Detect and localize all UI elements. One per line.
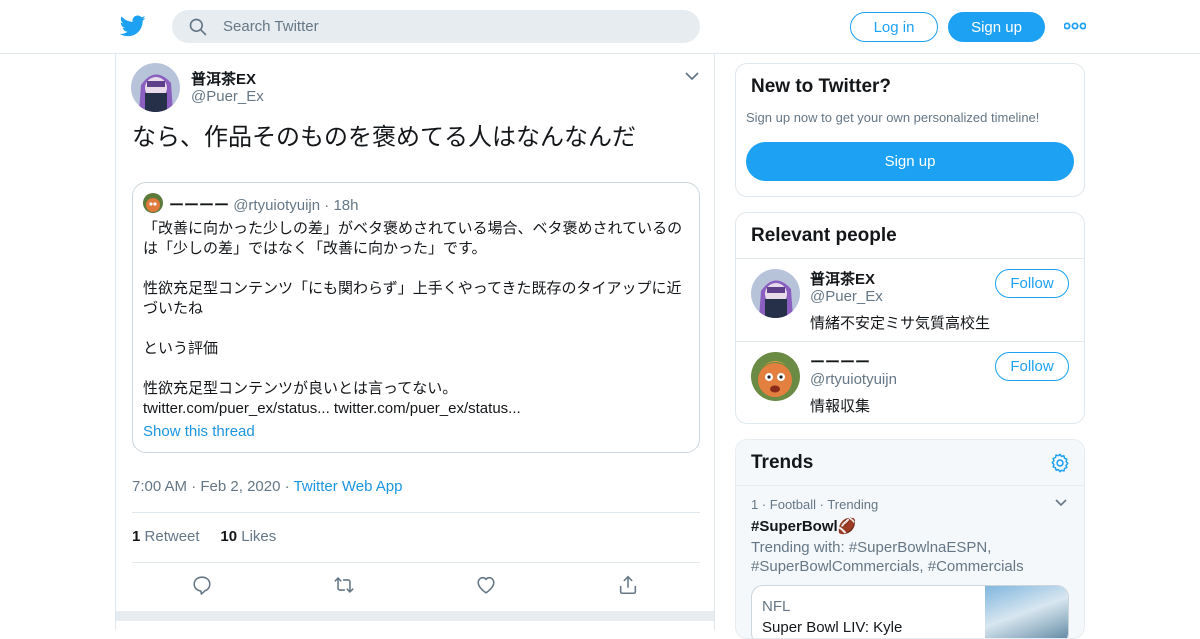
retweet-label: Retweet [144,528,200,545]
person-handle[interactable]: @rtyuiotyuijn [810,371,897,388]
tweet-date[interactable]: Feb 2, 2020 [200,478,280,495]
share-icon[interactable] [617,574,639,596]
separator-dot: · [191,478,197,495]
likes-stat[interactable]: 10 Likes [220,528,276,545]
person-name[interactable]: 普洱茶EX [810,268,875,289]
relevant-person[interactable]: 普洱茶EX @Puer_Ex 情緒不安定ミサ気質高校生 Follow [736,258,1084,341]
quoted-paragraph: という評価 [143,340,219,357]
retweet-count: 1 [132,528,141,545]
quoted-tweet[interactable]: ーーーー @rtyuiotyuijn · 18h 「改善に向かった少しの差」がベ… [132,182,700,453]
search-input[interactable] [223,18,663,35]
quoted-paragraph: 性欲充足型コンテンツが良いとは言ってない。 [143,380,458,397]
quoted-paragraph: 「改善に向かった少しの差」がベタ褒めされている場合、ベタ褒めされているのは「少し… [143,220,683,257]
likes-label: Likes [241,528,277,545]
twitter-bird-icon[interactable] [120,13,146,39]
new-to-twitter-card: New to Twitter? Sign up now to get your … [735,63,1085,197]
show-thread-link[interactable]: Show this thread [143,423,255,440]
trend-related: Trending with: #SuperBowlnaESPN, #SuperB… [751,539,1024,575]
gear-icon[interactable] [1049,452,1071,474]
chevron-down-icon[interactable] [1054,498,1068,508]
person-avatar[interactable] [751,269,800,318]
quoted-paragraph: 性欲充足型コンテンツ「にも関わらず」上手くやってきた既存のタイアップに近づいたね [143,280,682,317]
person-name[interactable]: ーーーー [810,351,870,372]
chevron-down-icon[interactable] [684,70,700,82]
trend-hashtag[interactable]: #SuperBowl🏈 [751,517,856,535]
separator-dot: · [284,478,290,495]
likes-count: 10 [220,528,238,545]
relevant-person[interactable]: ーーーー @rtyuiotyuijn 情報収集 Follow [736,341,1084,423]
person-handle[interactable]: @Puer_Ex [810,288,883,305]
news-headline: Super Bowl LIV: Kyle [762,619,903,636]
quoted-body: 「改善に向かった少しの差」がベタ褒めされている場合、ベタ褒めされているのは「少し… [143,219,693,419]
tweet-text: なら、作品そのものを褒めてる人はなんなんだ [132,124,636,151]
news-thumbnail [985,586,1068,638]
more-dots-icon[interactable] [1064,20,1086,32]
quoted-author-avatar [143,193,163,213]
tweet-source-app[interactable]: Twitter Web App [294,478,403,495]
tweet-time[interactable]: 7:00 AM [132,478,187,495]
signup-button[interactable]: Sign up [948,12,1045,42]
follow-button[interactable]: Follow [995,269,1069,298]
quoted-author-handle: @rtyuiotyuijn [233,197,321,214]
person-bio: 情緒不安定ミサ気質高校生 [810,315,991,332]
tweet-meta: 7:00 AM · Feb 2, 2020 · Twitter Web App [132,478,402,495]
follow-button[interactable]: Follow [995,352,1069,381]
new-to-twitter-subtitle: Sign up now to get your own personalized… [746,110,1040,125]
person-avatar[interactable] [751,352,800,401]
person-bio: 情報収集 [810,398,871,415]
relevant-people-card: Relevant people 普洱茶EX @Puer_Ex 情緒不安定ミサ気質… [735,212,1085,424]
author-avatar[interactable] [131,63,180,112]
section-separator [116,611,714,621]
reply-icon[interactable] [191,574,213,596]
like-icon[interactable] [475,574,497,596]
divider [132,562,700,563]
news-source: NFL [762,598,791,615]
search-icon [189,18,207,35]
author-handle[interactable]: @Puer_Ex [191,88,264,105]
quoted-links[interactable]: twitter.com/puer_ex/status... twitter.co… [143,399,693,419]
retweet-stat[interactable]: 1 Retweet [132,528,200,545]
trend-news-card[interactable]: NFL Super Bowl LIV: Kyle [751,585,1069,638]
author-name[interactable]: 普洱茶EX [191,68,256,89]
divider [736,485,1084,486]
quoted-header: ーーーー @rtyuiotyuijn · 18h [169,194,359,215]
separator-dot: · [324,197,330,214]
login-button[interactable]: Log in [850,12,938,42]
trend-meta: 1 · Football · Trending [751,497,879,512]
search-box[interactable] [172,10,700,43]
tweet-stats: 1 Retweet 10 Likes [132,528,276,545]
retweet-icon[interactable] [333,574,355,596]
quoted-author-name: ーーーー [169,197,230,214]
new-to-twitter-title: New to Twitter? [751,76,892,97]
top-bar: Log in Sign up [0,0,1200,54]
trends-card: Trends 1 · Football · Trending #SuperBow… [735,439,1085,639]
trends-title: Trends [751,452,814,473]
relevant-people-title: Relevant people [751,225,897,246]
quoted-timestamp: 18h [333,197,359,214]
tweet-detail: 普洱茶EX @Puer_Ex なら、作品そのものを褒めてる人はなんなんだ ーーー… [115,54,715,630]
sidebar-signup-button[interactable]: Sign up [746,142,1074,181]
divider [132,512,700,513]
tweet-actions [132,574,700,600]
